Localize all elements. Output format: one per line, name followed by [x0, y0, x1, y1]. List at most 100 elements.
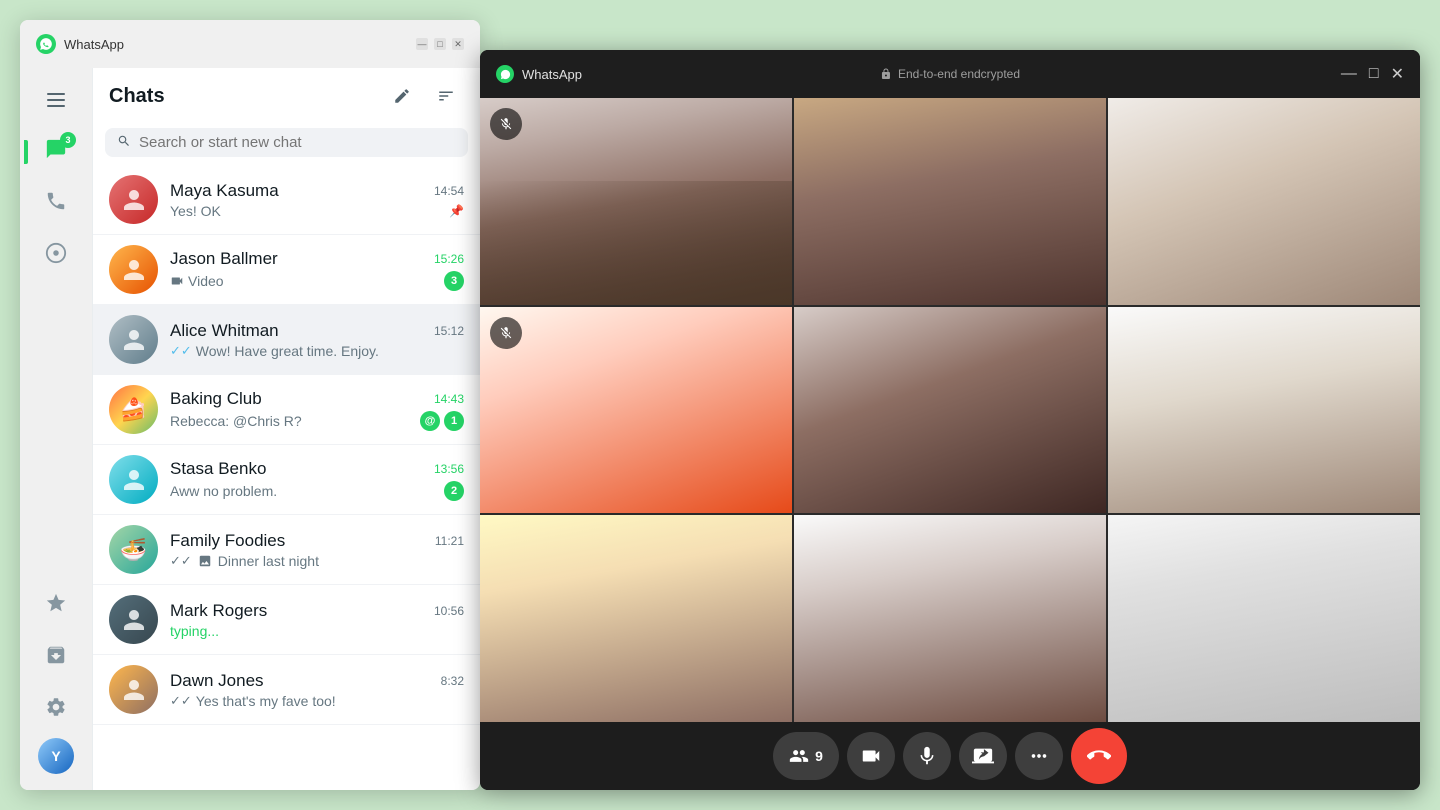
chat-name-mark: Mark Rogers — [170, 601, 267, 621]
app-title-bar: WhatsApp — □ ✕ — [20, 20, 480, 68]
video-btn[interactable] — [847, 732, 895, 780]
chat-preview-text-alice: Wow! Have great time. Enjoy. — [196, 343, 379, 359]
chat-item-mark[interactable]: Mark Rogers 10:56 typing... — [93, 585, 480, 655]
participants-btn[interactable]: 9 — [773, 732, 839, 780]
avatar-jason — [109, 245, 158, 294]
call-title-bar: WhatsApp End-to-end endcrypted — □ ✕ — [480, 50, 1420, 98]
video-cell-2 — [794, 98, 1106, 305]
chat-list: Maya Kasuma 14:54 Yes! OK 📌 — [93, 165, 480, 790]
chat-preview-stasa: Aww no problem. — [170, 483, 277, 499]
chat-name-family: Family Foodies — [170, 531, 285, 551]
close-btn[interactable]: ✕ — [452, 38, 464, 50]
call-window-controls: — □ ✕ — [1341, 64, 1404, 84]
chat-item-maya[interactable]: Maya Kasuma 14:54 Yes! OK 📌 — [93, 165, 480, 235]
chat-preview-mark: typing... — [170, 623, 219, 639]
video-cell-3 — [1108, 98, 1420, 305]
hamburger-icon — [43, 89, 69, 111]
call-close-btn[interactable]: ✕ — [1391, 64, 1404, 84]
chat-preview-family: ✓✓ Dinner last night — [170, 553, 319, 569]
video-cell-6 — [1108, 307, 1420, 514]
call-window: WhatsApp End-to-end endcrypted — □ ✕ — [480, 50, 1420, 790]
search-input[interactable] — [139, 134, 456, 151]
chat-info-dawn: Dawn Jones 8:32 ✓✓ Yes that's my fave to… — [170, 671, 464, 709]
mute-indicator-4 — [490, 317, 522, 349]
minimize-btn[interactable]: — — [416, 38, 428, 50]
mic-icon — [916, 745, 938, 767]
sidebar-item-settings[interactable] — [32, 686, 80, 734]
sidebar-menu[interactable] — [32, 76, 80, 124]
chat-item-jason[interactable]: Jason Ballmer 15:26 Video 3 — [93, 235, 480, 305]
sidebar-item-status[interactable] — [32, 232, 80, 280]
video-icon — [860, 745, 882, 767]
app-window: WhatsApp — □ ✕ — [20, 20, 480, 790]
sidebar-item-starred[interactable] — [32, 582, 80, 630]
main-window: WhatsApp — □ ✕ — [20, 20, 1420, 790]
chat-time-dawn: 8:32 — [441, 674, 464, 688]
video-cell-4 — [480, 307, 792, 514]
calls-icon — [45, 190, 67, 218]
chat-name-maya: Maya Kasuma — [170, 181, 279, 201]
double-tick-family: ✓✓ — [170, 553, 192, 569]
search-icon — [117, 134, 131, 151]
call-controls: 9 — [480, 722, 1420, 790]
chat-item-baking[interactable]: 🍰 Baking Club 14:43 Rebecca: @Chris R? — [93, 375, 480, 445]
unread-badge-stasa: 2 — [444, 481, 464, 501]
video-cell-9 — [1108, 515, 1420, 722]
sidebar-item-archived[interactable] — [32, 634, 80, 682]
filter-btn[interactable] — [428, 78, 464, 114]
video-cell-1 — [480, 98, 792, 305]
app-content: 3 — [20, 68, 480, 790]
chats-title: Chats — [109, 85, 376, 108]
more-btn[interactable] — [1015, 732, 1063, 780]
video-cell-7 — [480, 515, 792, 722]
chat-info-jason: Jason Ballmer 15:26 Video 3 — [170, 249, 464, 291]
chat-item-family[interactable]: 🍜 Family Foodies 11:21 ✓✓ Dinner last — [93, 515, 480, 585]
chat-name-dawn: Dawn Jones — [170, 671, 264, 691]
chat-info-alice: Alice Whitman 15:12 ✓✓ Wow! Have great t… — [170, 321, 464, 359]
encryption-label: End-to-end endcrypted — [880, 67, 1020, 81]
chat-time-family: 11:21 — [435, 534, 464, 548]
avatar-family: 🍜 — [109, 525, 158, 574]
screen-share-btn[interactable] — [959, 732, 1007, 780]
chat-info-maya: Maya Kasuma 14:54 Yes! OK 📌 — [170, 181, 464, 219]
maximize-btn[interactable]: □ — [434, 38, 446, 50]
sidebar-bottom: Y — [32, 582, 80, 782]
end-call-btn[interactable] — [1071, 728, 1127, 784]
chat-item-dawn[interactable]: Dawn Jones 8:32 ✓✓ Yes that's my fave to… — [93, 655, 480, 725]
unread-badge-baking: 1 — [444, 411, 464, 431]
sidebar-item-chats[interactable]: 3 — [32, 128, 80, 176]
end-call-icon — [1087, 744, 1111, 768]
chat-name-alice: Alice Whitman — [170, 321, 279, 341]
chat-preview-text-dawn: Yes that's my fave too! — [196, 693, 336, 709]
chat-time-mark: 10:56 — [434, 604, 464, 618]
chat-preview-text-family: Dinner last night — [218, 553, 319, 569]
new-chat-btn[interactable] — [384, 78, 420, 114]
chat-preview-text-jason: Video — [188, 273, 224, 289]
chat-time-baking: 14:43 — [434, 392, 464, 406]
mic-btn[interactable] — [903, 732, 951, 780]
pin-icon-maya: 📌 — [449, 204, 464, 218]
chat-preview-maya: Yes! OK — [170, 203, 221, 219]
participants-count: 9 — [815, 748, 823, 764]
chat-preview-baking: Rebecca: @Chris R? — [170, 413, 302, 429]
more-icon — [1028, 745, 1050, 767]
chat-info-mark: Mark Rogers 10:56 typing... — [170, 601, 464, 639]
video-grid — [480, 98, 1420, 722]
lock-icon — [880, 68, 892, 80]
avatar-alice — [109, 315, 158, 364]
chat-info-baking: Baking Club 14:43 Rebecca: @Chris R? @ 1 — [170, 389, 464, 431]
chat-time-jason: 15:26 — [434, 252, 464, 266]
chat-item-stasa[interactable]: Stasa Benko 13:56 Aww no problem. 2 — [93, 445, 480, 515]
chat-item-alice[interactable]: Alice Whitman 15:12 ✓✓ Wow! Have great t… — [93, 305, 480, 375]
chat-preview-alice: ✓✓ Wow! Have great time. Enjoy. — [170, 343, 379, 359]
chat-time-maya: 14:54 — [434, 184, 464, 198]
settings-icon — [45, 696, 67, 724]
sidebar-item-calls[interactable] — [32, 180, 80, 228]
encryption-text: End-to-end endcrypted — [898, 67, 1020, 81]
avatar-dawn — [109, 665, 158, 714]
call-maximize-btn[interactable]: □ — [1369, 65, 1379, 83]
chat-info-family: Family Foodies 11:21 ✓✓ Dinner last nigh… — [170, 531, 464, 569]
my-avatar[interactable]: Y — [38, 738, 74, 774]
icon-sidebar: 3 — [20, 68, 92, 790]
call-minimize-btn[interactable]: — — [1341, 65, 1357, 83]
